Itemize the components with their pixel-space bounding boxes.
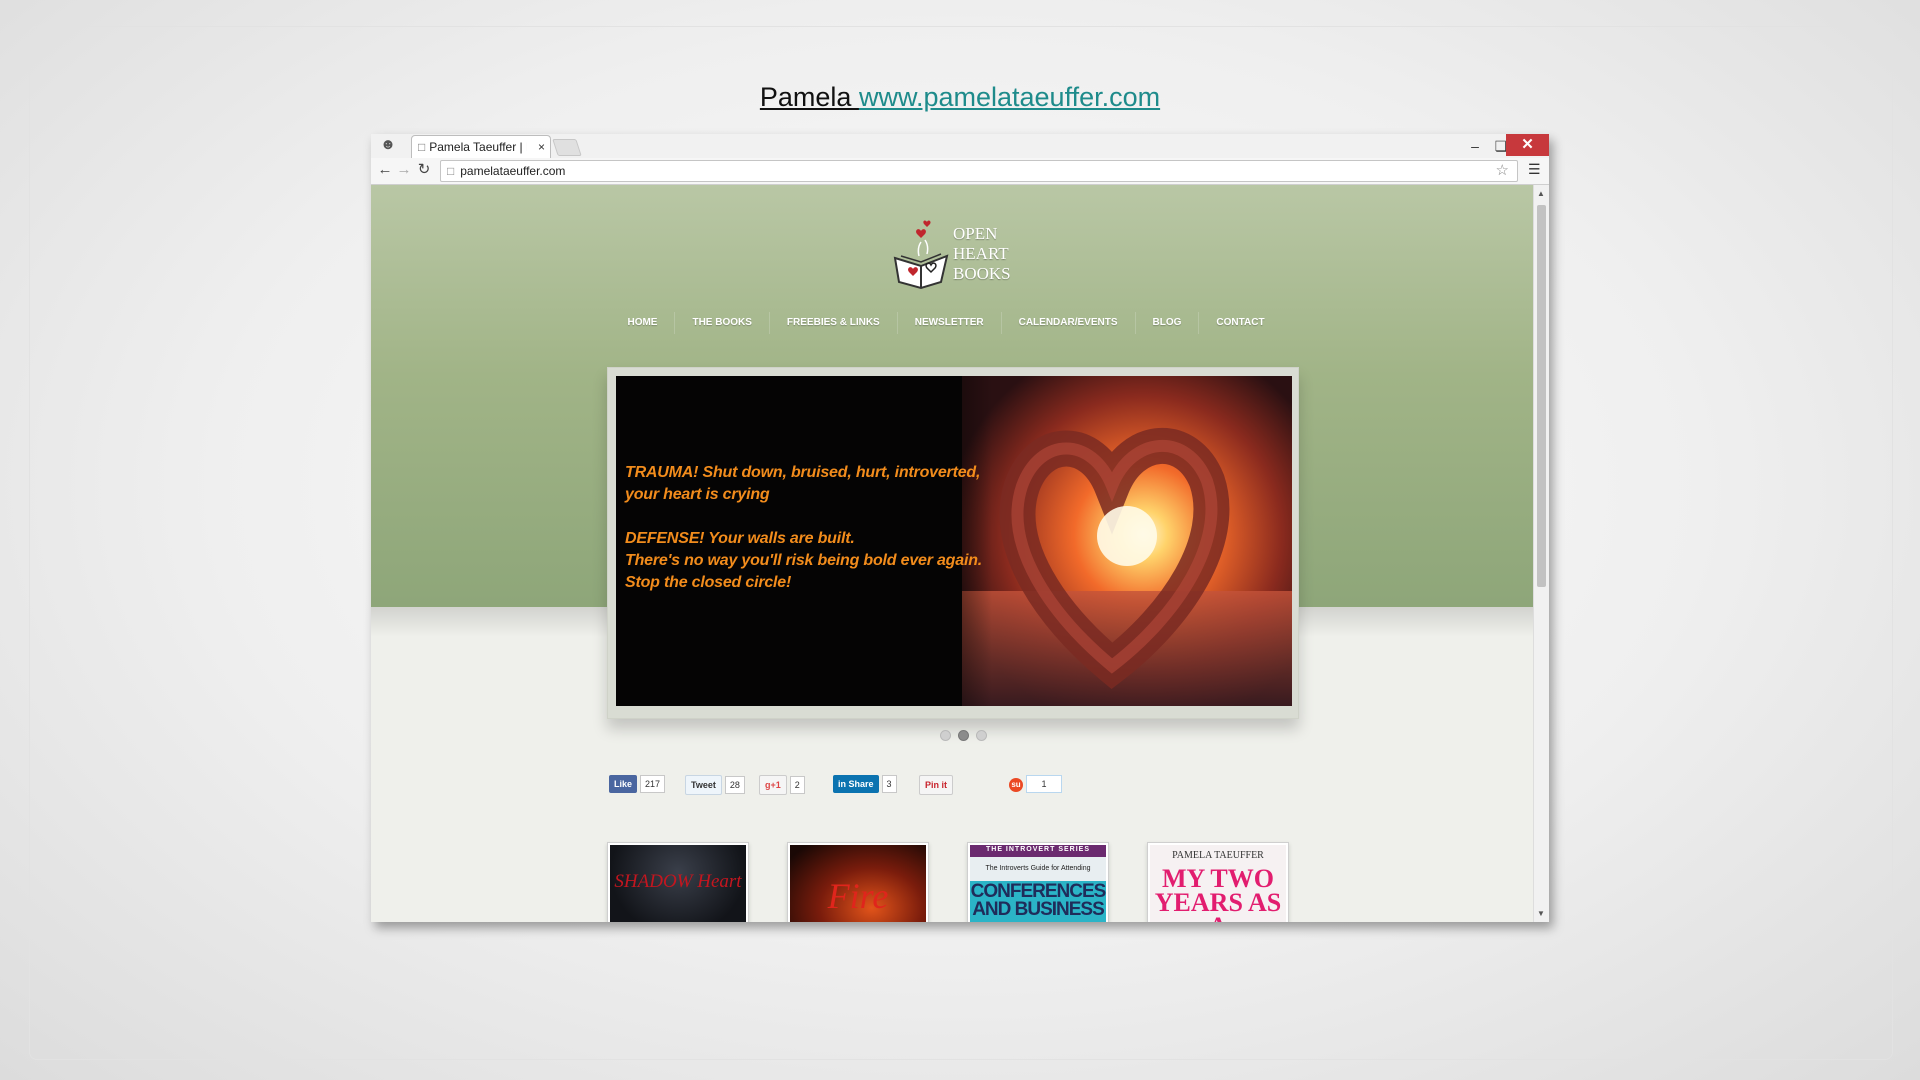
forward-arrow-icon[interactable]: →: [395, 161, 413, 179]
tab-close-icon[interactable]: ×: [538, 136, 545, 158]
profile-icon[interactable]: ☻: [377, 136, 399, 156]
slider-dot[interactable]: [976, 730, 987, 741]
nav-blog[interactable]: BLOG: [1136, 312, 1200, 334]
pinterest-label: Pin it: [919, 775, 953, 795]
book-title: CONFERENCES AND BUSINESS: [970, 881, 1106, 920]
tab-title: Pamela Taeuffer | Ro: [429, 140, 527, 154]
slide-text: TRAUMA! Shut down, bruised, hurt, introv…: [625, 462, 1005, 616]
site-navigation: HOME THE BOOKS FREEBIES & LINKS NEWSLETT…: [616, 312, 1276, 334]
book-cover-image: PAMELA TAEUFFER MY TWO YEARS AS A: [1150, 845, 1286, 922]
google-plus-count: 2: [789, 776, 805, 794]
web-page: OPEN HEART BOOKS HOME THE BOOKS FREEBIES…: [371, 185, 1533, 922]
book-cover-image: Fire: [790, 845, 926, 922]
linkedin-share-count: 3: [881, 775, 897, 793]
book-cover-image: THE INTROVERT SERIES The Introverts Guid…: [970, 845, 1106, 922]
reload-icon[interactable]: ↻: [415, 161, 433, 179]
book-title: SHADOW Heart: [614, 871, 742, 892]
book-cover-fire[interactable]: Fire: [787, 842, 929, 922]
new-tab-button[interactable]: [552, 139, 582, 156]
book-author: PAMELA TAEUFFER: [1172, 850, 1264, 861]
slider-dot[interactable]: [940, 730, 951, 741]
slide-line: DEFENSE! Your walls are built.: [625, 530, 855, 547]
facebook-like-label: Like: [609, 775, 638, 793]
bookmark-star-icon[interactable]: ☆: [1496, 161, 1509, 181]
logo-line: OPEN: [953, 224, 998, 243]
url-text: pamelataeuffer.com: [460, 164, 566, 178]
slider-dots: [940, 730, 987, 742]
stumbleupon-button[interactable]: su 1: [1009, 775, 1062, 793]
book-cover-image: SHADOW Heart: [610, 845, 746, 922]
nav-home[interactable]: HOME: [610, 312, 676, 334]
logo-text: OPEN HEART BOOKS: [953, 224, 1011, 284]
site-logo[interactable]: OPEN HEART BOOKS: [891, 220, 1021, 290]
facebook-like-button[interactable]: Like 217: [609, 775, 666, 793]
title-bar: ☻ □Pamela Taeuffer | Ro × – ❏ ✕: [371, 134, 1549, 158]
browser-toolbar: ← → ↻ □ pamelataeuffer.com ☆ ☰: [371, 158, 1549, 185]
book-cover-my-two-years[interactable]: PAMELA TAEUFFER MY TWO YEARS AS A: [1147, 842, 1289, 922]
nav-the-books[interactable]: THE BOOKS: [675, 312, 770, 334]
nav-contact[interactable]: CONTACT: [1199, 312, 1281, 334]
linkedin-share-button[interactable]: in Share 3: [833, 775, 897, 793]
logo-line: HEART: [953, 244, 1009, 263]
browser-tab[interactable]: □Pamela Taeuffer | Ro ×: [411, 135, 551, 158]
logo-line: BOOKS: [953, 264, 1011, 283]
page-icon: □: [418, 140, 426, 154]
scroll-down-arrow-icon[interactable]: ▼: [1537, 909, 1545, 918]
menu-icon[interactable]: ☰: [1528, 161, 1541, 178]
book-cover-shadow-heart[interactable]: SHADOW Heart: [607, 842, 749, 922]
open-book-heart-icon: [893, 220, 949, 290]
tweet-label: Tweet: [685, 775, 722, 795]
book-series: THE INTROVERT SERIES: [985, 846, 1090, 853]
nav-freebies-links[interactable]: FREEBIES & LINKS: [770, 312, 898, 334]
image-slider[interactable]: TRAUMA! Shut down, bruised, hurt, introv…: [607, 367, 1299, 719]
slide-line: Stop the closed circle!: [625, 574, 792, 591]
slide[interactable]: TRAUMA! Shut down, bruised, hurt, introv…: [616, 376, 1292, 706]
slide-line: TRAUMA! Shut down, bruised, hurt, introv…: [625, 464, 981, 481]
vertical-scrollbar[interactable]: ▲ ▼: [1533, 185, 1549, 922]
book-title: Fire: [827, 876, 889, 916]
slider-dot-active[interactable]: [958, 730, 969, 741]
tweet-count: 28: [724, 776, 745, 794]
book-subtitle: The Introverts Guide for Attending: [985, 865, 1091, 872]
nav-newsletter[interactable]: NEWSLETTER: [898, 312, 1002, 334]
slide-line: your heart is crying: [625, 486, 770, 503]
slide-caption: Pamela www.pamelataeuffer.com: [0, 82, 1920, 113]
address-bar[interactable]: □ pamelataeuffer.com ☆: [440, 160, 1518, 182]
browser-window: ☻ □Pamela Taeuffer | Ro × – ❏ ✕ ← → ↻ □ p…: [371, 134, 1549, 922]
scroll-thumb[interactable]: [1537, 205, 1546, 587]
facebook-like-count: 217: [640, 775, 666, 793]
window-close-button[interactable]: ✕: [1506, 134, 1549, 156]
minimize-icon[interactable]: –: [1464, 136, 1486, 156]
caption-name: Pamela: [759, 82, 859, 112]
google-plus-label: g+1: [759, 775, 787, 795]
pinterest-button[interactable]: Pin it: [919, 775, 953, 795]
google-plus-button[interactable]: g+1 2: [759, 775, 805, 795]
nav-calendar-events[interactable]: CALENDAR/EVENTS: [1002, 312, 1136, 334]
caption-link[interactable]: www.pamelataeuffer.com: [859, 82, 1160, 112]
tweet-button[interactable]: Tweet 28: [685, 775, 745, 795]
back-arrow-icon[interactable]: ←: [376, 161, 394, 179]
social-share-bar: Like 217 Tweet 28 g+1 2 in Share 3 Pin it su…: [609, 775, 1309, 795]
page-icon: □: [447, 164, 455, 178]
book-title: MY TWO YEARS AS A: [1154, 864, 1282, 923]
slide-line: There's no way you'll risk being bold ev…: [625, 552, 983, 569]
stumbleupon-icon: su: [1009, 778, 1023, 792]
scroll-up-arrow-icon[interactable]: ▲: [1537, 189, 1545, 198]
stumbleupon-count: 1: [1026, 775, 1062, 793]
book-cover-introvert-conferences[interactable]: THE INTROVERT SERIES The Introverts Guid…: [967, 842, 1109, 922]
heart-hands-sunset-image: [962, 376, 1292, 706]
linkedin-share-label: in Share: [833, 775, 879, 793]
